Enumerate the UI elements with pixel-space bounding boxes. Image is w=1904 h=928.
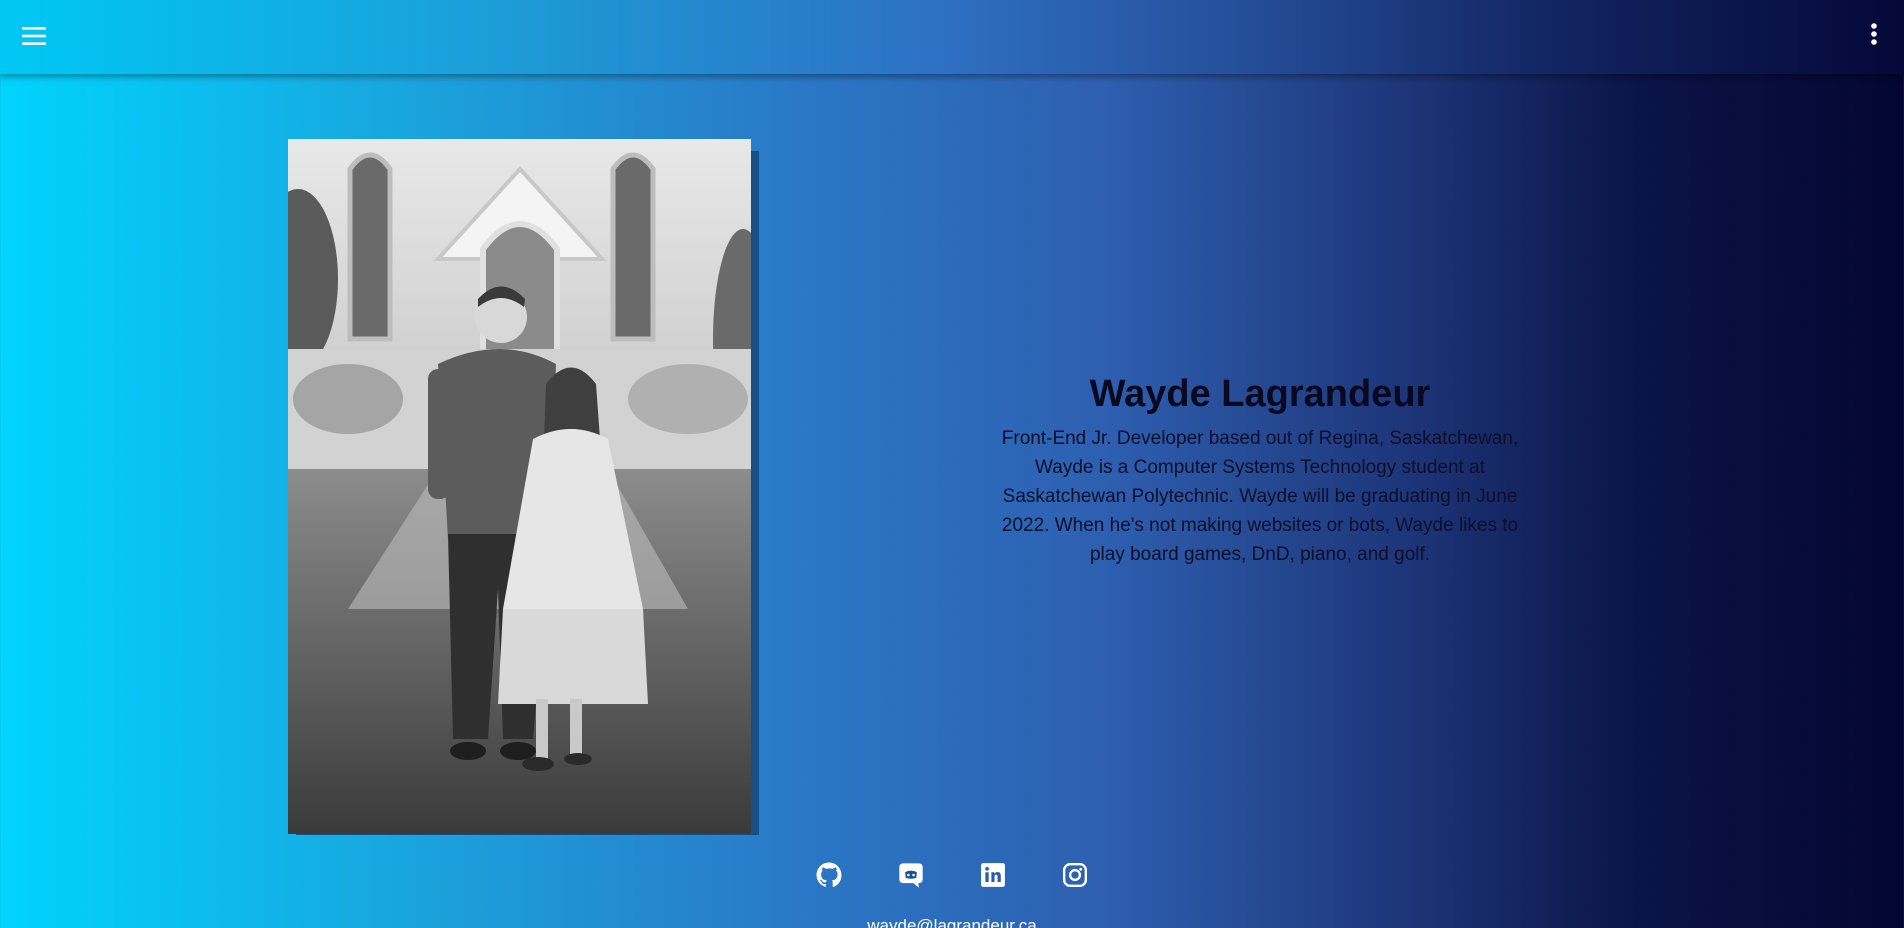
portrait-photo (288, 139, 751, 834)
discord-icon[interactable] (894, 858, 928, 892)
profile-description: Front-End Jr. Developer based out of Reg… (1001, 428, 1519, 565)
profile-photo (288, 139, 751, 834)
social-links (812, 858, 1092, 892)
more-vertical-icon[interactable] (1862, 18, 1886, 50)
profile-name: Wayde Lagrandeur (1089, 373, 1431, 415)
instagram-icon[interactable] (1058, 858, 1092, 892)
profile-photo-card (288, 139, 759, 835)
profile-bio: Wayde Lagrandeur Front-End Jr. Developer… (990, 373, 1530, 569)
email-link[interactable]: wayde@lagrandeur.ca (0, 916, 1904, 928)
hamburger-menu-icon[interactable] (18, 20, 50, 52)
linkedin-icon[interactable] (976, 858, 1010, 892)
app-bar (0, 0, 1904, 74)
github-icon[interactable] (812, 858, 846, 892)
